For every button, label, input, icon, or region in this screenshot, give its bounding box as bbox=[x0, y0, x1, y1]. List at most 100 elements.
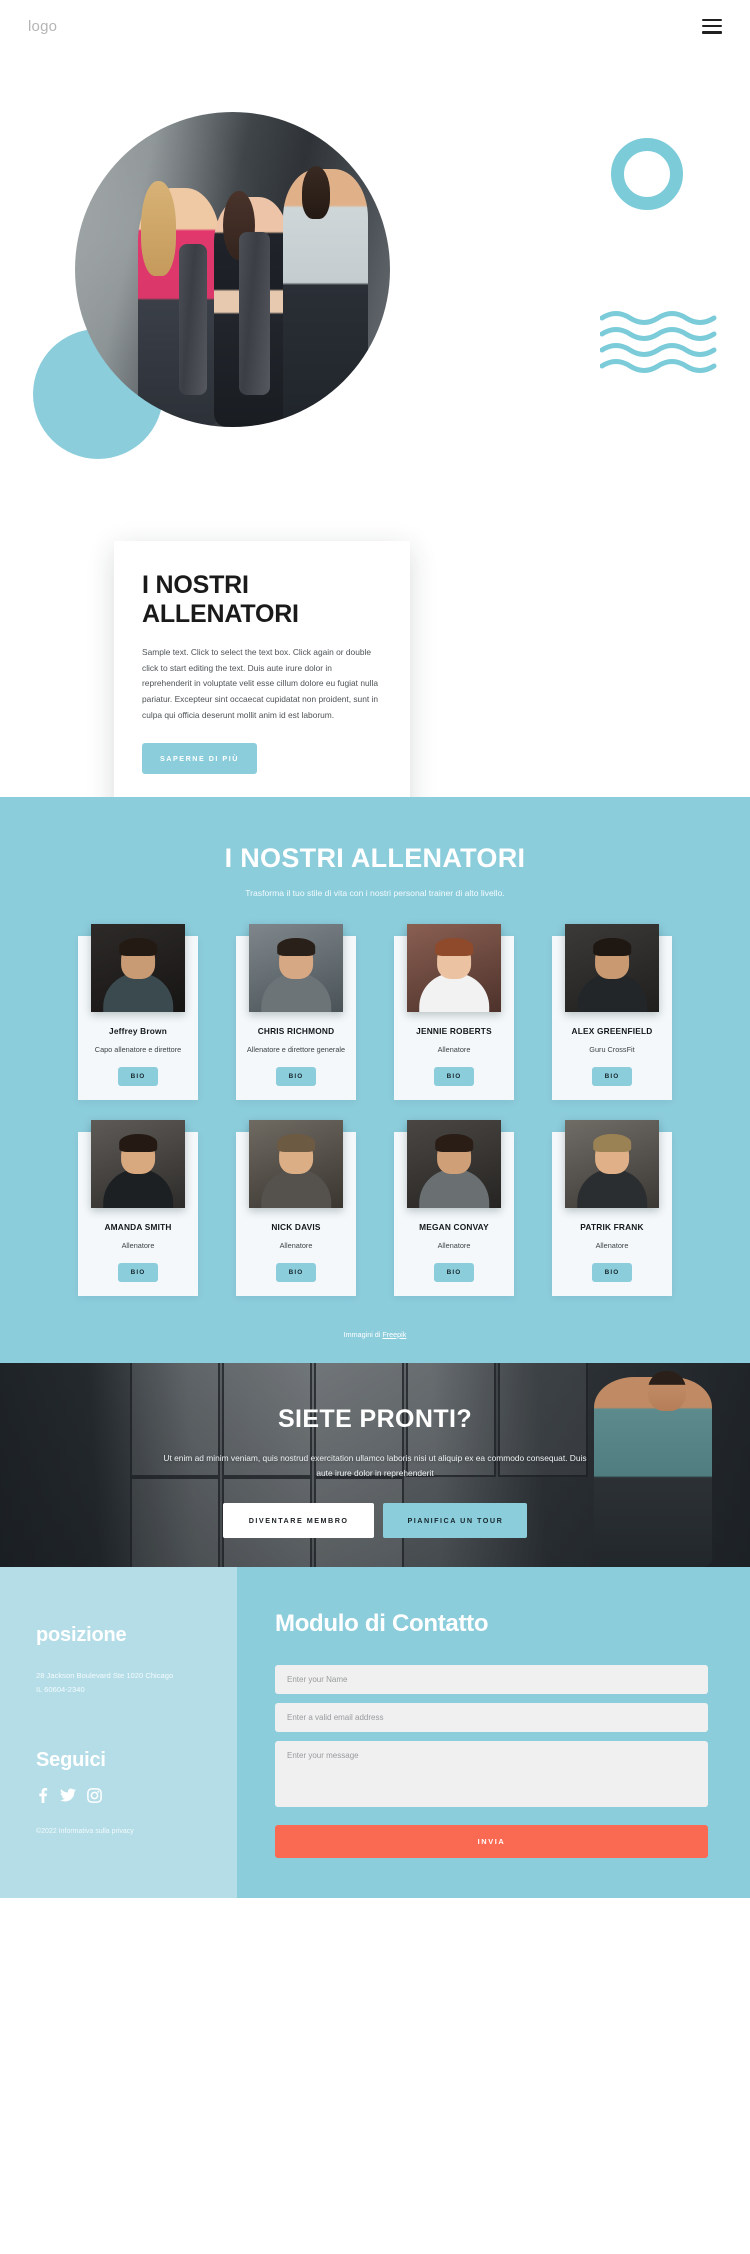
trainer-name: CHRIS RICHMOND bbox=[257, 1026, 335, 1036]
cta-paragraph: Ut enim ad minim veniam, quis nostrud ex… bbox=[163, 1452, 587, 1479]
trainer-photo bbox=[249, 1119, 343, 1208]
trainer-role: Allenatore bbox=[437, 1240, 471, 1250]
cta-heading: SIETE PRONTI? bbox=[277, 1404, 473, 1433]
site-footer: posizione 28 Jackson Boulevard Ste 1020 … bbox=[0, 1566, 750, 1898]
contact-form-column: Modulo di Contatto INVIA bbox=[237, 1566, 750, 1898]
trainer-role: Allenatore e direttore generale bbox=[246, 1045, 346, 1054]
trainer-hair bbox=[119, 938, 157, 956]
burger-line bbox=[702, 18, 722, 22]
burger-line bbox=[702, 30, 722, 34]
trainer-photo-inner bbox=[565, 1119, 659, 1208]
message-field[interactable] bbox=[275, 1740, 708, 1807]
bio-button[interactable]: BIO bbox=[117, 1066, 159, 1086]
bio-button[interactable]: BIO bbox=[591, 1262, 633, 1282]
trainer-name: AMANDA SMITH bbox=[104, 1221, 172, 1232]
credit-link[interactable]: Freepik bbox=[382, 1330, 406, 1339]
trainers-grid: Jeffrey Brown Capo allenatore e direttore… bbox=[0, 924, 750, 1296]
trainer-hair bbox=[119, 1134, 157, 1152]
bio-button[interactable]: BIO bbox=[275, 1262, 317, 1282]
athlete-hair bbox=[141, 181, 176, 276]
trainer-torso bbox=[577, 973, 647, 1012]
trainer-card: AMANDA SMITH Allenatore BIO bbox=[78, 1119, 198, 1296]
bio-button[interactable]: BIO bbox=[433, 1262, 475, 1282]
trainer-photo-inner bbox=[91, 1119, 185, 1208]
cta-buttons: DIVENTARE MEMBRO PIANIFICA UN TOUR bbox=[0, 1502, 750, 1538]
trainers-heading: I NOSTRI ALLENATORI bbox=[224, 843, 526, 873]
trainer-photo-inner bbox=[249, 1119, 343, 1208]
trainer-name: JENNIE ROBERTS bbox=[416, 1026, 492, 1036]
trainer-role: Capo allenatore e direttore bbox=[94, 1045, 182, 1054]
trainer-hair bbox=[593, 938, 631, 956]
trainer-torso bbox=[419, 973, 489, 1012]
trainer-photo-inner bbox=[407, 1119, 501, 1208]
hero-photo-inner bbox=[75, 112, 390, 427]
trainer-card: JENNIE ROBERTS Allenatore BIO bbox=[394, 924, 514, 1100]
bio-button[interactable]: BIO bbox=[433, 1066, 475, 1086]
instagram-icon[interactable] bbox=[87, 1788, 102, 1803]
site-header: logo bbox=[0, 0, 750, 52]
hero-section: I NOSTRI ALLENATORI Sample text. Click t… bbox=[0, 52, 750, 797]
follow-block: Seguici ©2022 Informativa sulla privacy bbox=[36, 1749, 237, 1835]
trainer-photo bbox=[91, 1119, 185, 1208]
trainer-role: Allenatore bbox=[595, 1240, 629, 1250]
burger-line bbox=[702, 24, 722, 28]
yoga-mat bbox=[238, 231, 271, 396]
trainer-torso bbox=[419, 1169, 489, 1208]
bio-button[interactable]: BIO bbox=[591, 1066, 633, 1086]
email-field[interactable] bbox=[275, 1702, 708, 1732]
trainer-card: MEGAN CONVAY Allenatore BIO bbox=[394, 1119, 514, 1296]
trainer-photo bbox=[249, 924, 343, 1012]
contact-form-title: Modulo di Contatto bbox=[275, 1609, 489, 1637]
become-member-button[interactable]: DIVENTARE MEMBRO bbox=[222, 1502, 375, 1538]
trainer-photo-inner bbox=[565, 924, 659, 1012]
hero-paragraph: Sample text. Click to select the text bo… bbox=[142, 647, 379, 720]
bio-button[interactable]: BIO bbox=[117, 1262, 159, 1282]
trainer-role: Allenatore bbox=[279, 1240, 313, 1250]
social-links bbox=[36, 1787, 237, 1803]
trainer-torso bbox=[103, 973, 173, 1012]
trainer-card: Jeffrey Brown Capo allenatore e direttore… bbox=[78, 924, 198, 1100]
trainer-torso bbox=[577, 1169, 647, 1208]
trainer-photo bbox=[407, 1119, 501, 1208]
cta-section: SIETE PRONTI? Ut enim ad minim veniam, q… bbox=[0, 1362, 750, 1567]
trainer-name: MEGAN CONVAY bbox=[419, 1221, 489, 1232]
athlete-hair bbox=[301, 165, 331, 220]
bio-button[interactable]: BIO bbox=[275, 1066, 317, 1086]
trainer-role: Guru CrossFit bbox=[589, 1045, 635, 1054]
trainer-name: Jeffrey Brown bbox=[109, 1026, 167, 1036]
trainer-card: PATRIK FRANK Allenatore BIO bbox=[552, 1119, 672, 1296]
cta-content: SIETE PRONTI? Ut enim ad minim veniam, q… bbox=[0, 1363, 750, 1538]
follow-title: Seguici bbox=[36, 1748, 106, 1771]
trainer-card: NICK DAVIS Allenatore BIO bbox=[236, 1119, 356, 1296]
location-title: posizione bbox=[36, 1623, 127, 1646]
name-field[interactable] bbox=[275, 1664, 708, 1694]
trainer-hair bbox=[435, 938, 473, 956]
hero-card: I NOSTRI ALLENATORI Sample text. Click t… bbox=[114, 541, 410, 797]
hero-team-photo bbox=[75, 112, 390, 427]
credit-prefix: Immagini di bbox=[343, 1329, 383, 1339]
trainers-section: I NOSTRI ALLENATORI Trasforma il tuo sti… bbox=[0, 797, 750, 1363]
twitter-icon[interactable] bbox=[60, 1788, 76, 1803]
submit-button[interactable]: INVIA bbox=[275, 1824, 708, 1858]
trainer-hair bbox=[435, 1134, 473, 1152]
trainer-photo bbox=[565, 924, 659, 1012]
trainer-hair bbox=[277, 1134, 315, 1152]
yoga-mat bbox=[178, 244, 208, 396]
trainer-photo bbox=[407, 924, 501, 1012]
trainer-photo-inner bbox=[249, 924, 343, 1012]
copyright-text: ©2022 Informativa sulla privacy bbox=[36, 1827, 134, 1835]
facebook-icon[interactable] bbox=[36, 1787, 49, 1803]
decorative-waves bbox=[600, 310, 730, 382]
trainer-hair bbox=[593, 1134, 631, 1152]
learn-more-button[interactable]: SAPERNE DI PIÙ bbox=[142, 743, 257, 775]
trainer-name: NICK DAVIS bbox=[271, 1221, 321, 1232]
trainer-name: PATRIK FRANK bbox=[580, 1221, 644, 1232]
logo[interactable]: logo bbox=[28, 18, 57, 35]
trainer-photo-inner bbox=[91, 924, 185, 1012]
hero-title: I NOSTRI ALLENATORI bbox=[142, 571, 299, 628]
hamburger-menu-icon[interactable] bbox=[702, 18, 722, 34]
trainer-role: Allenatore bbox=[437, 1045, 471, 1054]
decorative-ring bbox=[611, 138, 683, 210]
trainer-name: ALEX GREENFIELD bbox=[571, 1026, 653, 1036]
schedule-tour-button[interactable]: PIANIFICA UN TOUR bbox=[383, 1502, 528, 1538]
